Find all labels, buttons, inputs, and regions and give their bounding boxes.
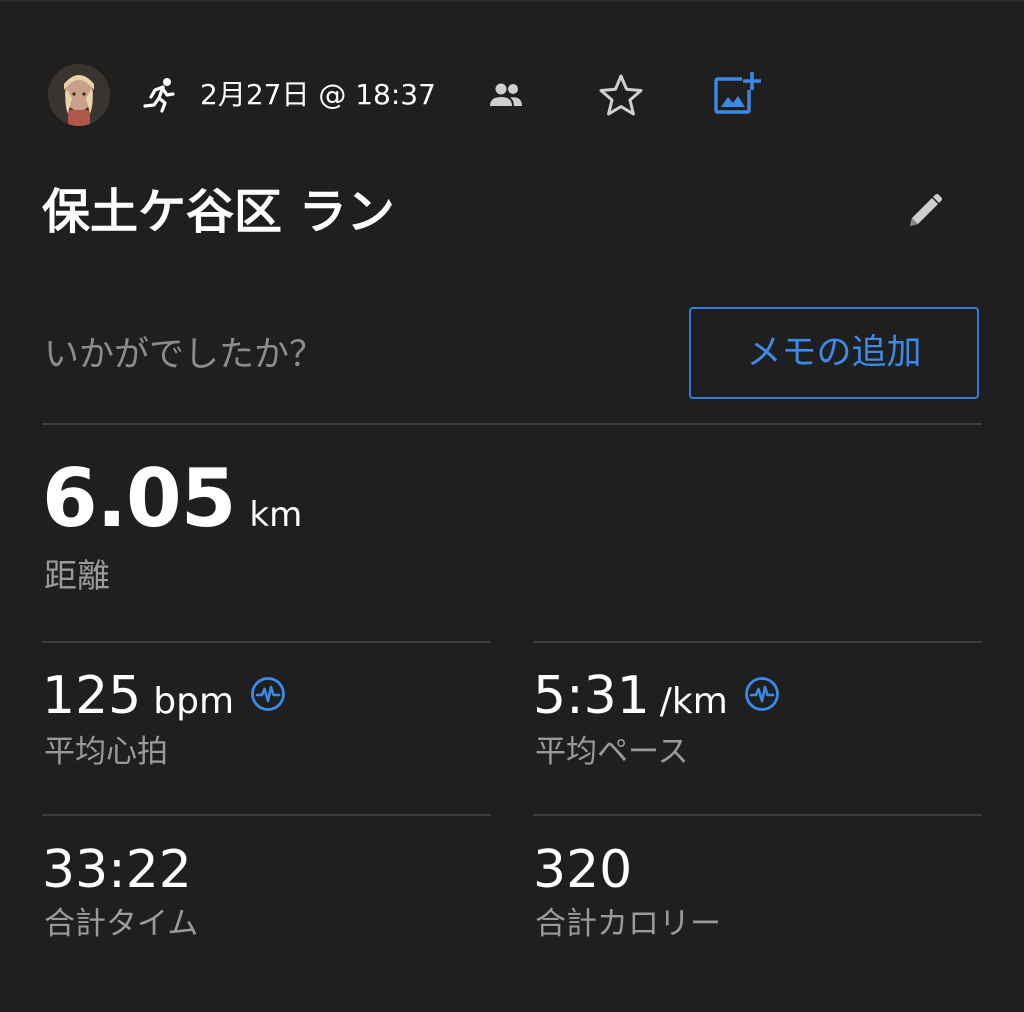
star-icon[interactable] <box>598 72 644 118</box>
divider <box>533 641 982 643</box>
total-time-stat: 33:22 <box>42 840 192 904</box>
feedback-prompt: いかがでしたか？ <box>44 335 325 375</box>
add-memo-button[interactable]: メモの追加 <box>689 307 979 399</box>
total-calories-value: 320 <box>533 840 633 900</box>
avg-pace-value: 5:31 <box>533 666 650 726</box>
running-icon <box>143 78 175 113</box>
avg-heart-rate-unit: bpm <box>153 681 235 722</box>
distance-unit: km <box>249 495 303 535</box>
people-icon[interactable] <box>488 80 524 110</box>
top-edge <box>0 0 1024 2</box>
avg-heart-rate-label: 平均心拍 <box>44 734 168 770</box>
avatar-image <box>48 64 110 126</box>
avg-pace-label: 平均ペース <box>535 734 689 770</box>
divider <box>42 814 491 816</box>
add-photo-icon[interactable] <box>712 70 762 116</box>
activity-title: 保土ケ谷区 ラン <box>42 184 395 240</box>
divider <box>42 641 491 643</box>
pencil-icon[interactable] <box>902 190 946 234</box>
heart-rate-icon[interactable] <box>250 676 286 712</box>
avg-heart-rate-stat: 125 bpm <box>42 666 286 730</box>
divider <box>533 814 982 816</box>
total-calories-label: 合計カロリー <box>535 906 721 942</box>
total-time-value: 33:22 <box>42 840 192 900</box>
activity-date-time: 2月27日 @ 18:37 <box>200 78 436 111</box>
distance-label: 距離 <box>44 556 110 595</box>
total-calories-stat: 320 <box>533 840 632 904</box>
avg-pace-stat: 5:31 /km <box>533 666 780 730</box>
avg-pace-unit: /km <box>659 681 728 722</box>
total-time-label: 合計タイム <box>44 906 199 942</box>
distance-value: 6.05 <box>42 452 236 545</box>
distance-stat: 6.05 km <box>42 452 302 552</box>
pace-chart-icon[interactable] <box>744 676 780 712</box>
avg-heart-rate-value: 125 <box>42 666 142 726</box>
avatar[interactable] <box>48 64 110 126</box>
divider <box>42 423 982 425</box>
